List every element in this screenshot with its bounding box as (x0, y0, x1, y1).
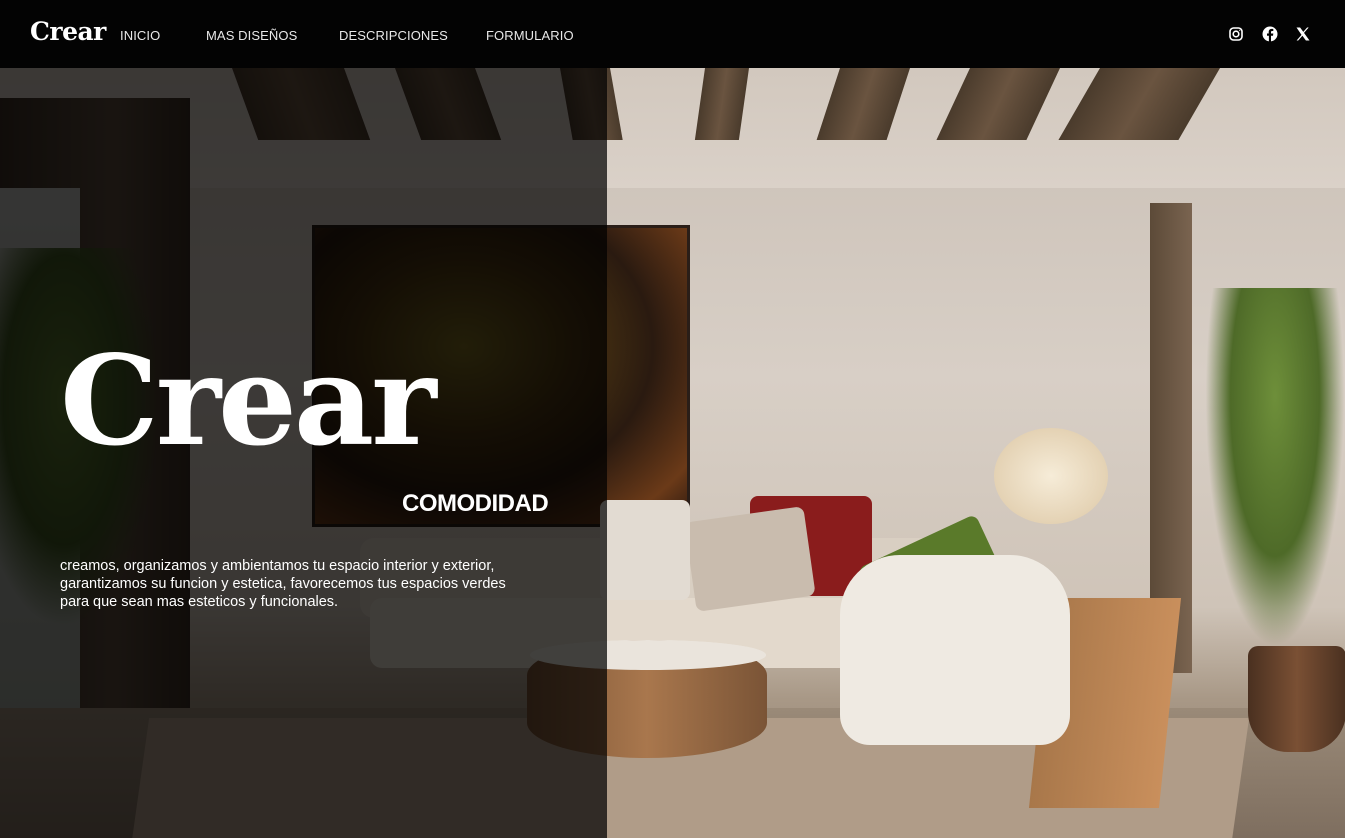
hero-description-line: para que sean mas esteticos y funcionale… (60, 594, 339, 610)
hero-description-line: creamos, organizamos y ambientamos tu es… (60, 558, 495, 574)
hero-description: creamos, organizamos y ambientamos tu es… (60, 557, 540, 611)
hero-title: Crear (60, 329, 437, 474)
brand-logo[interactable]: Crear (30, 17, 106, 46)
nav-link-inicio[interactable]: INICIO (120, 28, 160, 43)
nav-link-mas-disenos[interactable]: MAS DISEÑOS (206, 28, 297, 43)
nav-link-formulario[interactable]: FORMULARIO (486, 28, 574, 43)
navbar: Crear INICIO MAS DISEÑOS DESCRIPCIONES F… (0, 0, 1345, 68)
instagram-icon[interactable] (1228, 26, 1244, 42)
hero-description-line: garantizamos su funcion y estetica, favo… (60, 576, 506, 592)
nav-link-descripciones[interactable]: DESCRIPCIONES (339, 28, 448, 43)
hero-subtitle: COMODIDAD (402, 490, 549, 517)
x-twitter-icon[interactable] (1295, 26, 1311, 42)
facebook-icon[interactable] (1262, 26, 1278, 42)
